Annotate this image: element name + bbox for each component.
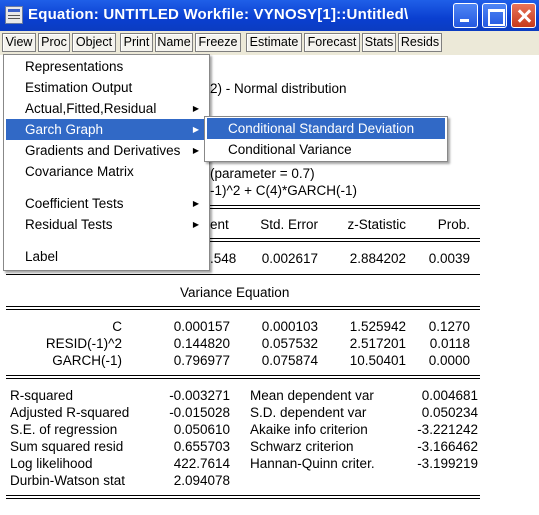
stat-label: Durbin-Watson stat [10, 473, 126, 488]
menu-item-garch-graph[interactable]: Garch Graph ▶ [6, 119, 207, 140]
var-name: GARCH(-1) [52, 353, 122, 368]
column-header: Prob. [437, 217, 470, 232]
menu-separator [7, 186, 206, 187]
header-fragment: 2) - Normal distribution [210, 81, 347, 96]
stat-value: 0.004681 [421, 388, 478, 403]
cell: 0.796977 [173, 353, 230, 368]
window-title: Equation: UNTITLED Workfile: VYNOSY[1]::… [28, 6, 409, 23]
column-header: ent [210, 217, 229, 232]
menu-item-covariance-matrix[interactable]: Covariance Matrix [6, 161, 207, 182]
menu-item-estimation-output[interactable]: Estimation Output [6, 77, 207, 98]
print-button[interactable]: Print [120, 33, 153, 52]
header-fragment: -1)^2 + C(4)*GARCH(-1) [210, 183, 357, 198]
stat-value: 422.7614 [173, 456, 230, 471]
stat-label: S.E. of regression [10, 422, 118, 437]
stat-value: -3.199219 [417, 456, 478, 471]
minimize-button[interactable] [453, 3, 478, 28]
menu-item-representations[interactable]: Representations [6, 56, 207, 77]
menu-item-gradients-derivatives[interactable]: Gradients and Derivatives ▶ [6, 140, 207, 161]
menu-item-label: Residual Tests [25, 217, 113, 232]
object-button[interactable]: Object [72, 33, 116, 52]
submenu-arrow-icon: ▶ [192, 146, 199, 155]
menu-item-coefficient-tests[interactable]: Coefficient Tests ▶ [6, 193, 207, 214]
header-fragment: (parameter = 0.7) [210, 166, 315, 181]
cell: 0.1270 [428, 319, 470, 334]
cell: 0.0000 [428, 353, 470, 368]
stat-value: -3.221242 [417, 422, 478, 437]
menu-item-actual-fitted-residual[interactable]: Actual,Fitted,Residual ▶ [6, 98, 207, 119]
forecast-button[interactable]: Forecast [304, 33, 360, 52]
menu-item-label[interactable]: Label [6, 246, 207, 267]
estimate-button[interactable]: Estimate [246, 33, 302, 52]
menu-item-conditional-variance[interactable]: Conditional Variance [207, 139, 445, 160]
cell: 0.002617 [261, 251, 318, 266]
proc-button[interactable]: Proc [38, 33, 70, 52]
app-icon [5, 6, 23, 24]
cell: 2.517201 [349, 336, 406, 351]
menu-item-conditional-std-dev[interactable]: Conditional Standard Deviation [207, 118, 445, 139]
menu-item-label: Garch Graph [25, 122, 104, 137]
cell: 0.000103 [261, 319, 318, 334]
submenu-arrow-icon: ▶ [192, 220, 199, 229]
stat-label: Adjusted R-squared [10, 405, 130, 420]
column-header: Std. Error [260, 217, 318, 232]
stat-value: -0.015028 [169, 405, 230, 420]
name-button[interactable]: Name [155, 33, 193, 52]
title-bar: Equation: UNTITLED Workfile: VYNOSY[1]::… [0, 0, 539, 31]
submenu-arrow-icon: ▶ [192, 104, 199, 113]
submenu-arrow-icon: ▶ [192, 125, 199, 134]
cell: 0.0118 [429, 336, 470, 351]
cell: 10.50401 [349, 353, 406, 368]
close-button[interactable] [511, 3, 536, 28]
maximize-button[interactable] [482, 3, 507, 28]
var-name: C [112, 319, 122, 334]
toolbar: View Proc Object Print Name Freeze Estim… [0, 31, 539, 55]
column-header: z-Statistic [347, 217, 406, 232]
garch-graph-submenu: Conditional Standard Deviation Condition… [204, 116, 448, 162]
var-name: RESID(-1)^2 [45, 336, 122, 351]
menu-item-label: Coefficient Tests [25, 196, 124, 211]
submenu-arrow-icon: ▶ [192, 199, 199, 208]
stat-value: -3.166462 [417, 439, 478, 454]
cell: 1.525942 [349, 319, 406, 334]
cell: 0.000157 [173, 319, 230, 334]
variance-equation-title: Variance Equation [180, 285, 290, 300]
stat-label: Schwarz criterion [250, 439, 354, 454]
stat-value: 0.655703 [173, 439, 230, 454]
menu-separator [7, 239, 206, 240]
stat-label: Log likelihood [10, 456, 93, 471]
stat-value: 0.050234 [421, 405, 478, 420]
resids-button[interactable]: Resids [398, 33, 442, 52]
stat-label: Hannan-Quinn criter. [250, 456, 375, 471]
stat-label: Akaike info criterion [250, 422, 368, 437]
cell: 0.144820 [173, 336, 230, 351]
freeze-button[interactable]: Freeze [195, 33, 241, 52]
view-menu: Representations Estimation Output Actual… [3, 54, 210, 271]
cell: .548 [210, 251, 237, 266]
view-button[interactable]: View [2, 33, 36, 52]
stat-value: 0.050610 [173, 422, 230, 437]
stat-label: Sum squared resid [10, 439, 124, 454]
stat-label: R-squared [10, 388, 74, 403]
stat-label: S.D. dependent var [250, 405, 367, 420]
stat-value: 2.094078 [173, 473, 230, 488]
stat-value: -0.003271 [169, 388, 230, 403]
cell: 2.884202 [349, 251, 406, 266]
menu-item-label: Actual,Fitted,Residual [25, 101, 157, 116]
menu-item-label: Gradients and Derivatives [25, 143, 181, 158]
stat-label: Mean dependent var [250, 388, 374, 403]
stats-button[interactable]: Stats [362, 33, 396, 52]
cell: 0.0039 [428, 251, 470, 266]
cell: 0.057532 [261, 336, 318, 351]
menu-item-residual-tests[interactable]: Residual Tests ▶ [6, 214, 207, 235]
cell: 0.075874 [261, 353, 318, 368]
